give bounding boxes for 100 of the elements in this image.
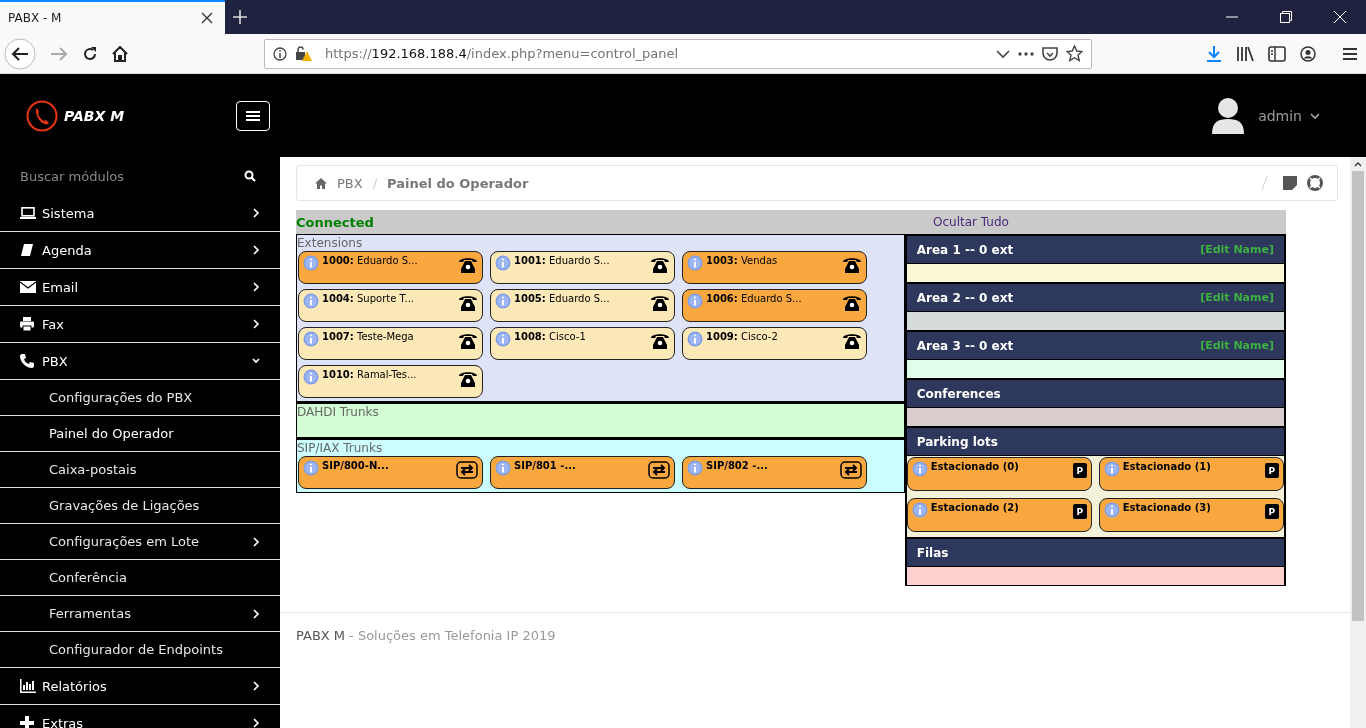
- more-icon[interactable]: [1018, 51, 1034, 56]
- sidebar-subitem[interactable]: Configurador de Endpoints: [0, 632, 280, 668]
- dropdown-icon[interactable]: [996, 48, 1010, 59]
- area-title: Parking lots: [916, 434, 998, 449]
- telephone-icon: [842, 294, 862, 312]
- chevron-down-icon[interactable]: [1310, 111, 1320, 120]
- info-icon[interactable]: [273, 46, 287, 61]
- chevron-down-icon: [252, 356, 260, 366]
- new-tab-icon[interactable]: [233, 10, 247, 24]
- trunk-card[interactable]: SIP/802 -...: [682, 456, 867, 489]
- extension-card[interactable]: 1000: Eduardo S...: [298, 251, 483, 284]
- card-label: Estacionado (0): [930, 460, 1019, 472]
- menu-icon[interactable]: [1342, 46, 1358, 61]
- sidebar-subitem[interactable]: Configurações do PBX: [0, 380, 280, 416]
- card-label: 1005: Eduardo S...: [514, 292, 610, 304]
- user-avatar-icon[interactable]: [1210, 95, 1247, 136]
- sidebar-icon[interactable]: [1268, 45, 1286, 62]
- menu-button[interactable]: [236, 100, 270, 131]
- sidebar-item[interactable]: Email: [0, 269, 280, 306]
- lock-warning-icon[interactable]: [295, 45, 313, 62]
- chevron-right-icon: [252, 282, 260, 292]
- card-label: 1000: Eduardo S...: [322, 254, 418, 266]
- swap-arrows-icon: [840, 461, 862, 479]
- breadcrumb-link[interactable]: PBX: [337, 175, 363, 191]
- reload-icon[interactable]: [82, 45, 98, 62]
- breadcrumb-separator: /: [372, 175, 378, 191]
- restore-icon[interactable]: [1280, 11, 1292, 23]
- forward-icon: [50, 45, 68, 62]
- extension-card[interactable]: 1005: Eduardo S...: [490, 289, 675, 322]
- home-icon[interactable]: [112, 45, 128, 62]
- extension-card[interactable]: 1004: Suporte T...: [298, 289, 483, 322]
- search-icon[interactable]: [244, 170, 256, 182]
- sidebar-item[interactable]: Sistema: [0, 195, 280, 232]
- sidebar-item[interactable]: Agenda: [0, 232, 280, 269]
- swap-arrows-icon: [648, 461, 670, 479]
- card-label: Estacionado (1): [1122, 460, 1211, 472]
- card-label: SIP/801 -...: [514, 459, 576, 471]
- parking-card[interactable]: Estacionado (2) P: [906, 498, 1092, 532]
- user-menu[interactable]: admin: [1258, 107, 1302, 124]
- printer-icon: [20, 317, 34, 331]
- trunk-card[interactable]: SIP/801 -...: [490, 456, 675, 489]
- sidebar-subitem[interactable]: Configurações em Lote: [0, 524, 280, 560]
- sidebar-item[interactable]: PBX: [0, 343, 280, 380]
- account-icon[interactable]: [1300, 45, 1316, 62]
- parking-badge: P: [1264, 504, 1279, 519]
- sidebar-subitem[interactable]: Ferramentas: [0, 596, 280, 632]
- parking-badge: P: [1264, 463, 1279, 478]
- download-icon[interactable]: [1206, 45, 1222, 62]
- extension-card[interactable]: 1008: Cisco-1: [490, 327, 675, 360]
- edit-name-link[interactable]: [Edit Name]: [1200, 243, 1274, 256]
- extension-card[interactable]: 1010: Ramal-Tes...: [298, 365, 483, 398]
- breadcrumb-current: Painel do Operador: [387, 175, 529, 191]
- extension-card[interactable]: 1001: Eduardo S...: [490, 251, 675, 284]
- parking-card[interactable]: Estacionado (1) P: [1098, 457, 1284, 491]
- sidebar-subitem[interactable]: Painel do Operador: [0, 416, 280, 452]
- edit-name-link[interactable]: [Edit Name]: [1200, 339, 1274, 352]
- lifebuoy-icon[interactable]: [1307, 175, 1323, 191]
- card-label: 1009: Cisco-2: [706, 330, 778, 342]
- parking-card[interactable]: Estacionado (3) P: [1098, 498, 1284, 532]
- section-title: SIP/IAX Trunks: [297, 440, 384, 456]
- footer-text: - Soluções em Telefonia IP 2019: [349, 628, 556, 643]
- plus-icon: [20, 716, 34, 728]
- trunk-card[interactable]: SIP/800-N...: [298, 456, 483, 489]
- area-title: Area 2 -- 0 ext: [916, 290, 1014, 305]
- edit-name-link[interactable]: [Edit Name]: [1200, 291, 1274, 304]
- scrollbar[interactable]: [1350, 157, 1366, 728]
- hide-all-link[interactable]: Ocultar Tudo: [933, 215, 1009, 229]
- sidebar-subitem[interactable]: Gravações de Ligações: [0, 488, 280, 524]
- area-title: Filas: [916, 545, 949, 560]
- star-icon[interactable]: [1066, 45, 1083, 62]
- library-icon[interactable]: [1236, 45, 1254, 62]
- area-title: Area 1 -- 0 ext: [916, 242, 1014, 257]
- sidebar-item[interactable]: Extras: [0, 705, 280, 728]
- telephone-icon: [650, 294, 670, 312]
- sidebar-subitem[interactable]: Caixa-postais: [0, 452, 280, 488]
- extension-card[interactable]: 1003: Vendas: [682, 251, 867, 284]
- extension-card[interactable]: 1009: Cisco-2: [682, 327, 867, 360]
- note-icon[interactable]: [1283, 176, 1297, 190]
- telephone-icon: [650, 332, 670, 350]
- extension-card[interactable]: 1006: Eduardo S...: [682, 289, 867, 322]
- pocket-icon[interactable]: [1042, 45, 1058, 62]
- section-title: Extensions: [297, 235, 364, 251]
- chevron-right-icon: [252, 608, 260, 619]
- extension-card[interactable]: 1007: Teste-Mega: [298, 327, 483, 360]
- chevron-right-icon: [252, 245, 260, 255]
- back-icon[interactable]: [4, 37, 36, 70]
- area-title: Conferences: [916, 386, 1001, 401]
- scroll-up-icon[interactable]: [1354, 161, 1362, 167]
- card-label: Estacionado (3): [1122, 501, 1211, 513]
- section-title: DAHDI Trunks: [297, 404, 380, 420]
- address-bar[interactable]: https://192.168.188.4/index.php?menu=control_panel: [264, 38, 1092, 69]
- sidebar-item[interactable]: Relatórios: [0, 668, 280, 705]
- sidebar-subitem[interactable]: Conferência: [0, 560, 280, 596]
- parking-card[interactable]: Estacionado (0) P: [906, 457, 1092, 491]
- telephone-icon: [650, 256, 670, 274]
- browser-tab[interactable]: PABX - M: [0, 0, 225, 34]
- telephone-icon: [458, 332, 478, 350]
- connection-status: Connected: [296, 214, 375, 230]
- close-icon[interactable]: [201, 12, 213, 24]
- sidebar-item[interactable]: Fax: [0, 306, 280, 343]
